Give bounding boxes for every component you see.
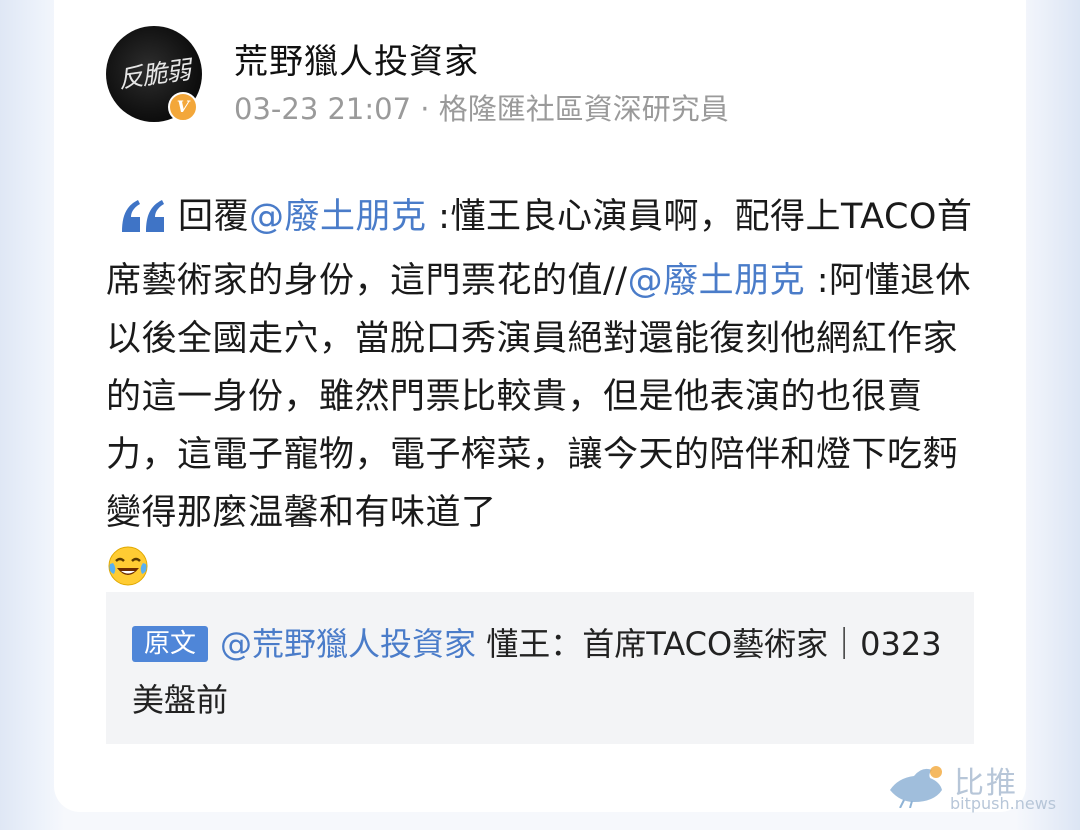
mention-link[interactable]: @廢土朋克 [249,197,427,237]
username[interactable]: 荒野獵人投資家 [234,34,479,83]
quote-icon [120,194,168,252]
content-text: :阿懂退休以後全國走穴，當脫口秀演員絕對還能復刻他網紅作家的這一身份，雖然門票比… [106,261,972,533]
watermark: 比推 bitpush.news [884,758,1074,818]
avatar-text: 反脆弱 [116,55,192,94]
post-content: 回覆@廢土朋克 :懂王良心演員啊，配得上TACO首席藝術家的身份，這門票花的值/… [106,188,976,606]
post-meta: 03-23 21:07 · 格隆匯社區資深研究員 [234,92,729,126]
bird-logo-icon [884,760,950,812]
original-post-text: 原文 @荒野獵人投資家 懂王：首席TACO藝術家｜0323美盤前 [132,616,948,728]
mention-link[interactable]: @廢土朋克 [628,261,806,301]
reply-prefix: 回覆 [178,197,250,237]
verified-badge: V [168,92,198,122]
original-tag: 原文 [132,626,209,662]
original-author-link[interactable]: @荒野獵人投資家 [220,625,476,663]
watermark-brand-en: bitpush.news [950,794,1057,813]
original-post-box[interactable]: 原文 @荒野獵人投資家 懂王：首席TACO藝術家｜0323美盤前 [106,592,974,744]
